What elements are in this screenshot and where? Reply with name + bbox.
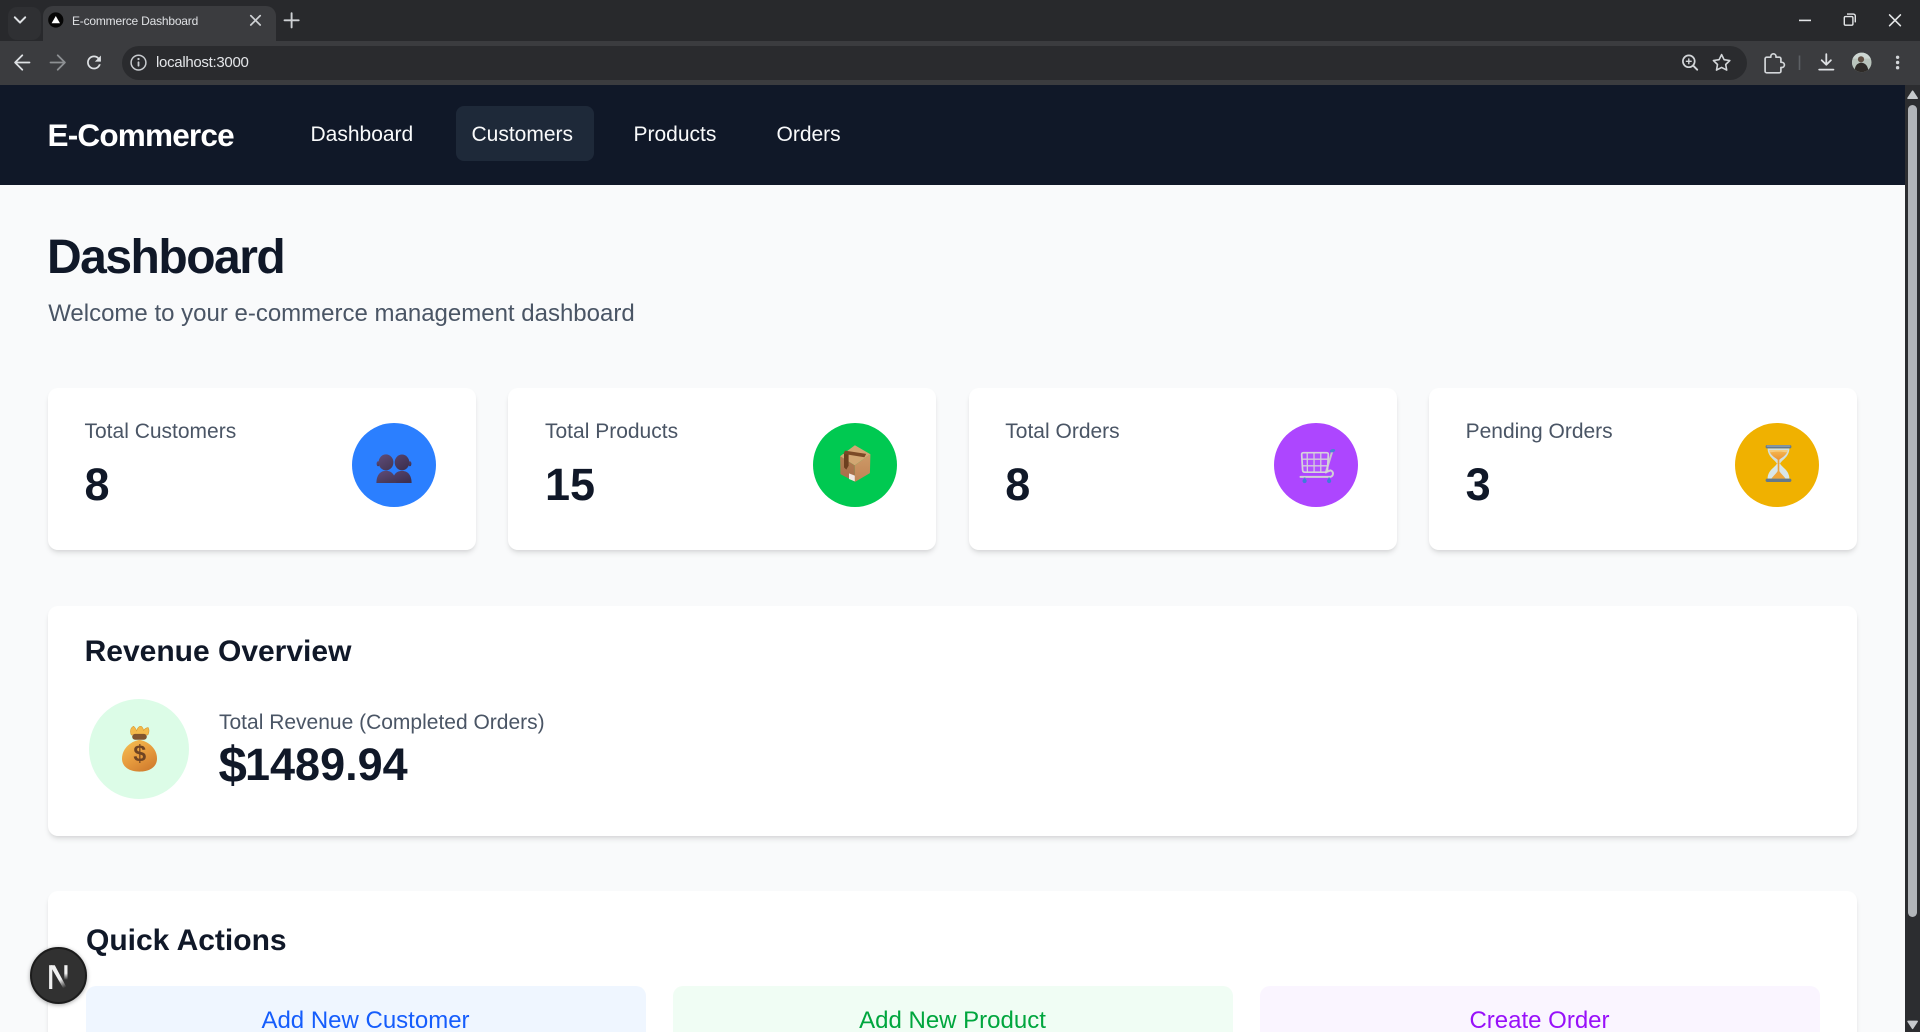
svg-text:$: $	[133, 740, 146, 766]
